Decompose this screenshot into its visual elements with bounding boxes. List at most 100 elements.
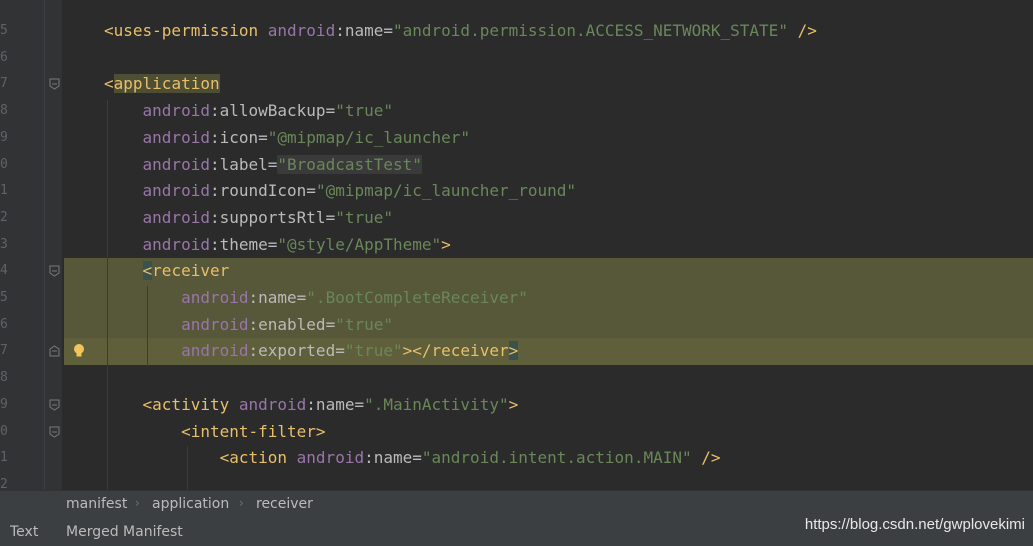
code-text: android:name=".BootCompleteReceiver" <box>104 285 528 312</box>
indent-guide-receiver <box>147 286 148 366</box>
code-text: android:theme="@style/AppTheme"> <box>104 232 451 259</box>
fold-arrow-icon[interactable] <box>49 399 60 411</box>
code-line[interactable]: 6 <box>0 45 1033 72</box>
code-token: android <box>296 448 365 468</box>
code-token: "true" <box>335 314 393 334</box>
fold-arrow-icon[interactable] <box>49 265 60 277</box>
code-token: android <box>104 341 249 361</box>
code-token: /> <box>691 448 721 468</box>
code-token: "true" <box>335 207 393 227</box>
line-number: 5 <box>0 290 8 305</box>
lightbulb-icon[interactable] <box>72 343 86 359</box>
code-token: :allowBackup= <box>209 101 336 121</box>
code-token: android <box>104 288 249 307</box>
code-token: android <box>104 314 249 334</box>
code-line[interactable]: 7 <application <box>0 71 1033 98</box>
line-number: 0 <box>0 423 8 439</box>
breadcrumb-manifest[interactable]: manifest <box>66 496 127 512</box>
code-text: <receiver <box>104 258 229 285</box>
code-line[interactable]: 6 android:enabled="true" <box>0 311 1033 339</box>
code-line[interactable]: 4 <receiver <box>0 258 1033 285</box>
line-number: 1 <box>0 450 8 466</box>
line-number: 2 <box>0 476 8 490</box>
code-line[interactable]: 9 <activity android:name=".MainActivity"… <box>0 392 1033 419</box>
line-number: 1 <box>0 183 8 199</box>
code-text: android:icon="@mipmap/ic_launcher" <box>104 125 471 152</box>
code-line[interactable]: 2 <box>0 472 1033 490</box>
fold-arrow-icon[interactable] <box>49 426 60 438</box>
code-line[interactable]: 8 android:allowBackup="true" <box>0 98 1033 125</box>
line-number: 3 <box>0 236 8 252</box>
code-token: android <box>104 101 210 121</box>
line-number: 2 <box>0 209 8 225</box>
tab-merged-manifest[interactable]: Merged Manifest <box>66 524 183 540</box>
code-token: "true" <box>344 341 403 361</box>
code-token: :name= <box>248 288 307 307</box>
code-token: <activity <box>104 394 239 414</box>
code-line[interactable]: 1 android:roundIcon="@mipmap/ic_launcher… <box>0 178 1033 205</box>
fold-arrow-icon[interactable] <box>49 345 60 357</box>
code-token: android <box>104 127 210 147</box>
breadcrumb-separator: › <box>135 496 140 510</box>
code-token: "android.intent.action.MAIN" <box>421 448 692 468</box>
code-token: android <box>104 207 210 227</box>
code-line[interactable]: 5 <uses-permission android:name="android.… <box>0 18 1033 45</box>
code-line[interactable]: 0 <intent-filter> <box>0 419 1033 446</box>
indent-guide-application <box>107 100 108 490</box>
line-number: 7 <box>0 76 8 92</box>
line-number: 0 <box>0 156 8 172</box>
code-token: android <box>104 154 210 174</box>
code-token: "android.permission.ACCESS_NETWORK_STATE… <box>393 21 788 40</box>
code-token: :enabled= <box>248 314 336 334</box>
code-token: < <box>142 261 153 281</box>
code-token: ".BootCompleteReceiver" <box>306 288 528 307</box>
code-editor[interactable]: 5 <uses-permission android:name="android.… <box>0 0 1033 490</box>
code-token: android <box>104 234 210 254</box>
code-token: :name= <box>364 448 422 468</box>
indent-guide-activity <box>187 446 188 490</box>
code-token: > <box>508 394 519 414</box>
code-token: < <box>104 74 114 94</box>
line-number: 4 <box>0 263 8 279</box>
code-line[interactable]: 3 android:theme="@style/AppTheme"> <box>0 232 1033 259</box>
breadcrumb: manifest › application › receiver <box>0 490 1033 519</box>
code-token: "true" <box>335 101 393 121</box>
line-number: 8 <box>0 103 8 119</box>
code-text: android:exported="true"></receiver> <box>104 338 519 365</box>
line-number: 6 <box>0 49 8 65</box>
tab-text[interactable]: Text <box>10 524 38 540</box>
code-token: receiver <box>152 261 230 281</box>
code-token: android <box>238 394 307 414</box>
code-line[interactable]: 8 <box>0 365 1033 392</box>
breadcrumb-application[interactable]: application <box>152 496 229 512</box>
code-token: :icon= <box>209 127 268 147</box>
fold-arrow-icon[interactable] <box>49 78 60 90</box>
code-line[interactable]: 7 android:exported="true"></receiver> <box>0 338 1033 366</box>
code-text: android:supportsRtl="true" <box>104 205 393 232</box>
breadcrumb-receiver[interactable]: receiver <box>256 496 313 512</box>
code-token: "@mipmap/ic_launcher_round" <box>315 181 577 201</box>
code-text: <action android:name="android.intent.act… <box>104 445 721 472</box>
code-token: "BroadcastTest" <box>277 154 422 174</box>
code-text: <activity android:name=".MainActivity"> <box>104 392 519 419</box>
code-token: :exported= <box>248 341 345 361</box>
code-token: ".MainActivity" <box>364 394 509 414</box>
code-line[interactable]: 9 android:icon="@mipmap/ic_launcher" <box>0 125 1033 152</box>
line-number: 9 <box>0 396 8 412</box>
code-text: android:roundIcon="@mipmap/ic_launcher_r… <box>104 178 577 205</box>
code-text: android:allowBackup="true" <box>104 98 393 125</box>
line-number: 7 <box>0 343 8 359</box>
code-token: :name= <box>306 394 365 414</box>
code-token: <action <box>104 448 297 468</box>
line-number: 6 <box>0 316 8 332</box>
code-line[interactable]: 5 android:name=".BootCompleteReceiver" <box>0 285 1033 312</box>
code-line[interactable]: 2 android:supportsRtl="true" <box>0 205 1033 232</box>
line-number: 9 <box>0 129 8 145</box>
code-token: :theme= <box>209 234 278 254</box>
code-line[interactable]: 0 android:label="BroadcastTest" <box>0 152 1033 179</box>
code-token: application <box>113 74 220 94</box>
code-token: "@style/AppTheme" <box>277 234 442 254</box>
code-token: > <box>508 341 519 361</box>
code-line[interactable]: 1 <action android:name="android.intent.a… <box>0 445 1033 472</box>
